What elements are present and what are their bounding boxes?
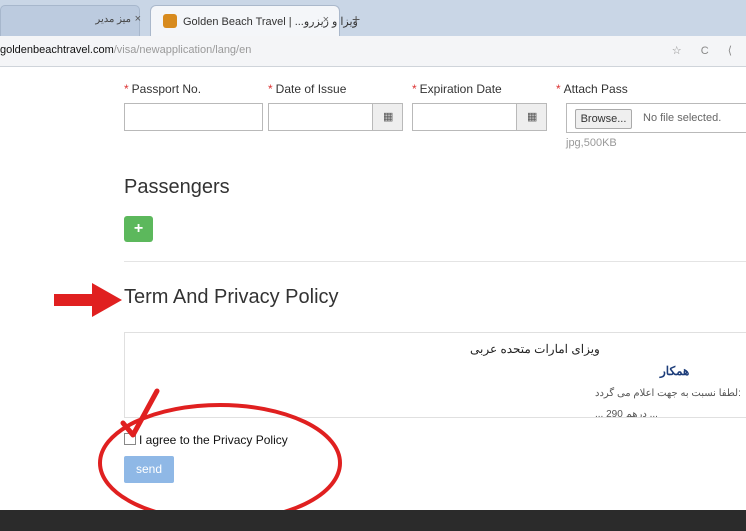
tab-label: میز مدیر: [95, 14, 131, 25]
required-mark: *: [124, 82, 129, 96]
section-divider: [124, 261, 746, 262]
address-bar-icons[interactable]: ☆ C ⟨: [672, 44, 740, 57]
expiration-date-calendar-button[interactable]: ▦: [517, 103, 547, 131]
date-of-issue-label: * Date of Issue: [268, 82, 347, 96]
calendar-icon: ▦: [527, 111, 538, 123]
passengers-heading: Passengers: [124, 176, 230, 198]
tab-inactive[interactable]: میز مدیر ×: [0, 5, 141, 36]
policy-line: لطفا نسبت به جهت اعلام می گردد:: [595, 388, 741, 399]
file-hint: jpg,500KB: [566, 137, 617, 149]
tab-label: Golden Beach Travel | ...ویزا و ریزرو: [183, 16, 358, 28]
required-mark: *: [556, 82, 561, 96]
annotation-arrow-icon: [54, 283, 122, 317]
passport-no-label: * Passport No.: [124, 82, 202, 96]
new-tab-button[interactable]: +: [352, 11, 360, 27]
send-button[interactable]: send: [124, 456, 174, 483]
policy-line: ویزای امارات متحده عربی: [470, 342, 600, 356]
expiration-date-input[interactable]: [412, 103, 517, 131]
date-of-issue-input[interactable]: [268, 103, 373, 131]
tab-active[interactable]: Golden Beach Travel | ...ویزا و ریزرو ×: [150, 5, 358, 36]
required-mark: *: [268, 82, 273, 96]
attach-passport-label: * Attach Pass: [556, 82, 628, 96]
date-of-issue-calendar-button[interactable]: ▦: [373, 103, 403, 131]
policy-heading: Term And Privacy Policy: [124, 286, 339, 308]
page-footer: [0, 510, 746, 531]
passport-file-input[interactable]: Browse... No file selected.: [566, 103, 746, 133]
agree-label: I agree to the Privacy Policy: [139, 433, 288, 447]
site-favicon-icon: [163, 14, 177, 28]
expiration-date-label: * Expiration Date: [412, 82, 502, 96]
no-file-text: No file selected.: [643, 112, 722, 124]
url-path: /visa/newapplication/lang/en: [113, 44, 252, 56]
browser-tab-bar: میز مدیر × Golden Beach Travel | ...ویزا…: [0, 0, 746, 36]
policy-line: ... 290 درهم ...: [595, 409, 658, 418]
url-host: goldenbeachtravel.com: [0, 44, 114, 56]
calendar-icon: ▦: [383, 111, 394, 123]
address-bar[interactable]: goldenbeachtravel.com/visa/newapplicatio…: [0, 36, 746, 67]
required-mark: *: [412, 82, 417, 96]
policy-text-box[interactable]: ویزای امارات متحده عربی همکار لطفا نسبت …: [124, 332, 746, 418]
browse-button[interactable]: Browse...: [575, 109, 632, 129]
tab-close-icon[interactable]: ×: [135, 13, 141, 25]
policy-line: همکار: [660, 364, 690, 378]
passport-no-input[interactable]: [124, 103, 263, 131]
agree-checkbox[interactable]: [124, 433, 136, 445]
url-text[interactable]: goldenbeachtravel.com/visa/newapplicatio…: [0, 44, 251, 56]
add-passenger-button[interactable]: +: [124, 216, 153, 242]
agree-row[interactable]: I agree to the Privacy Policy: [124, 433, 288, 447]
tab-close-icon[interactable]: ×: [323, 14, 329, 26]
